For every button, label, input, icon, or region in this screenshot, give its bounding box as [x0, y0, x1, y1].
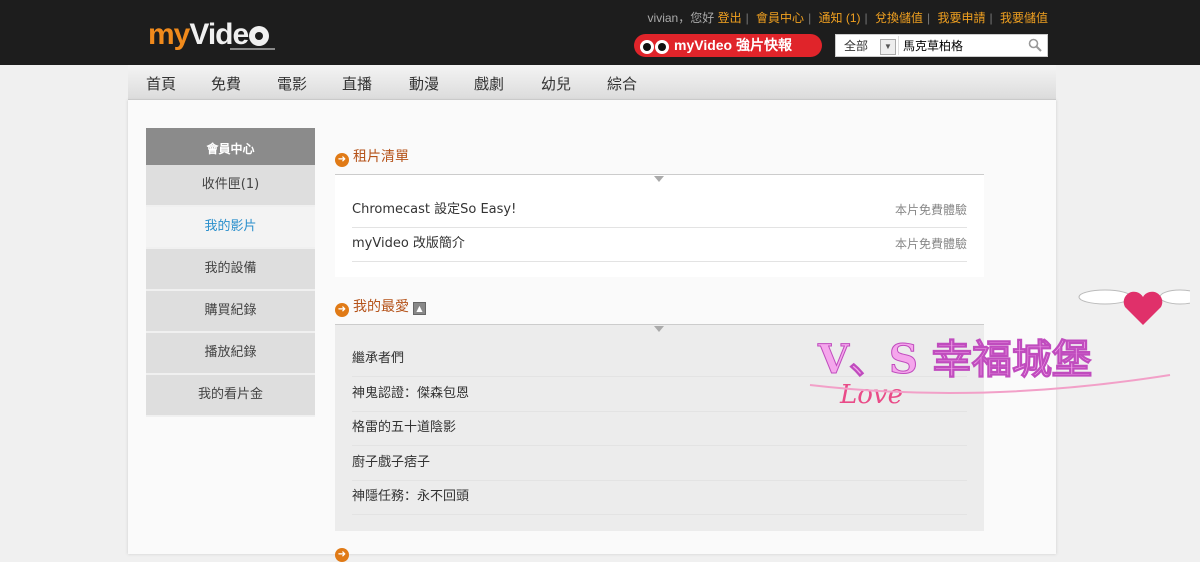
triangle-down-icon [654, 326, 664, 332]
collapse-icon[interactable]: ▲ [413, 302, 426, 315]
arrow-right-icon: ➜ [335, 303, 349, 317]
nav-variety[interactable]: 綜合 [607, 73, 637, 94]
nav-free[interactable]: 免費 [211, 73, 241, 94]
sidebar-title: 會員中心 [146, 128, 315, 165]
member-center-link[interactable]: 會員中心 [756, 11, 804, 25]
nav-drama[interactable]: 戲劇 [474, 73, 504, 94]
chevron-down-icon: ▼ [880, 39, 896, 55]
member-sidebar: 會員中心 收件匣(1) 我的影片 我的設備 購買紀錄 播放紀錄 我的看片金 [146, 128, 315, 417]
top-up-link[interactable]: 我要儲值 [1000, 11, 1048, 25]
nav-kids[interactable]: 幼兒 [541, 73, 571, 94]
search-input[interactable] [898, 36, 1028, 55]
main-nav: 首頁 免費 電影 直播 動漫 戲劇 幼兒 綜合 [128, 65, 1056, 100]
list-item[interactable]: Chromecast 設定So Easy! 本片免費體驗 [352, 193, 967, 228]
watermark-script: Love [839, 380, 903, 410]
redeem-link[interactable]: 兌換儲值 [875, 11, 923, 25]
sidebar-item-viewing-credits[interactable]: 我的看片金 [146, 375, 315, 417]
arrow-right-icon: ➜ [335, 548, 349, 562]
rentals-heading: ➜ 租片清單 [335, 146, 409, 167]
sidebar-item-purchase-history[interactable]: 購買紀錄 [146, 291, 315, 333]
list-item[interactable]: myVideo 改版簡介 本片免費體驗 [352, 227, 967, 262]
sidebar-item-my-devices[interactable]: 我的設備 [146, 249, 315, 291]
logout-link[interactable]: 登出 [718, 11, 742, 25]
film-reel-icon [249, 26, 270, 46]
nav-anime[interactable]: 動漫 [409, 73, 439, 94]
list-item[interactable]: 廚子戲子痞子 [352, 446, 967, 481]
search-box: 全部 ▼ [835, 34, 1048, 57]
list-item[interactable]: 神隱任務：永不回頭 [352, 480, 967, 515]
apply-link[interactable]: 我要申請 [938, 11, 986, 25]
user-greeting: vivian，您好 [647, 11, 715, 25]
notifications-link[interactable]: 通知 (1) [819, 11, 861, 25]
category-select[interactable]: 全部 ▼ [836, 35, 898, 56]
promo-label: myVideo 強片快報 [674, 37, 792, 53]
favorites-heading: ➜ 我的最愛 ▲ [335, 296, 426, 317]
triangle-down-icon [654, 176, 664, 182]
nav-home[interactable]: 首頁 [146, 73, 176, 94]
myvideo-logo[interactable]: myVide [148, 18, 270, 52]
search-icon[interactable] [1028, 38, 1042, 52]
next-section-heading: ➜ [335, 544, 353, 562]
winged-heart-icon [1078, 289, 1190, 325]
nav-movies[interactable]: 電影 [277, 73, 307, 94]
sidebar-item-my-videos[interactable]: 我的影片 [146, 207, 315, 249]
logo-underline [230, 48, 275, 50]
sidebar-item-play-history[interactable]: 播放紀錄 [146, 333, 315, 375]
watermark-text: V、S 幸福城堡 [817, 336, 1092, 383]
top-header: myVide vivian，您好 登出 | 會員中心 | 通知 (1) | 兌換儲值 |… [0, 0, 1200, 65]
rentals-panel: Chromecast 設定So Easy! 本片免費體驗 myVideo 改版簡介… [335, 174, 984, 277]
watermark: V、S 幸福城堡 Love [809, 289, 1190, 410]
user-links: vivian，您好 登出 | 會員中心 | 通知 (1) | 兌換儲值 | 我要申請 | … [647, 11, 1048, 25]
nav-live[interactable]: 直播 [342, 73, 372, 94]
eyes-icon [640, 38, 670, 61]
list-item[interactable]: 格雷的五十道陰影 [352, 411, 967, 446]
promo-banner-button[interactable]: myVideo 強片快報 [634, 34, 822, 57]
sidebar-item-inbox[interactable]: 收件匣(1) [146, 165, 315, 207]
arrow-right-icon: ➜ [335, 153, 349, 167]
